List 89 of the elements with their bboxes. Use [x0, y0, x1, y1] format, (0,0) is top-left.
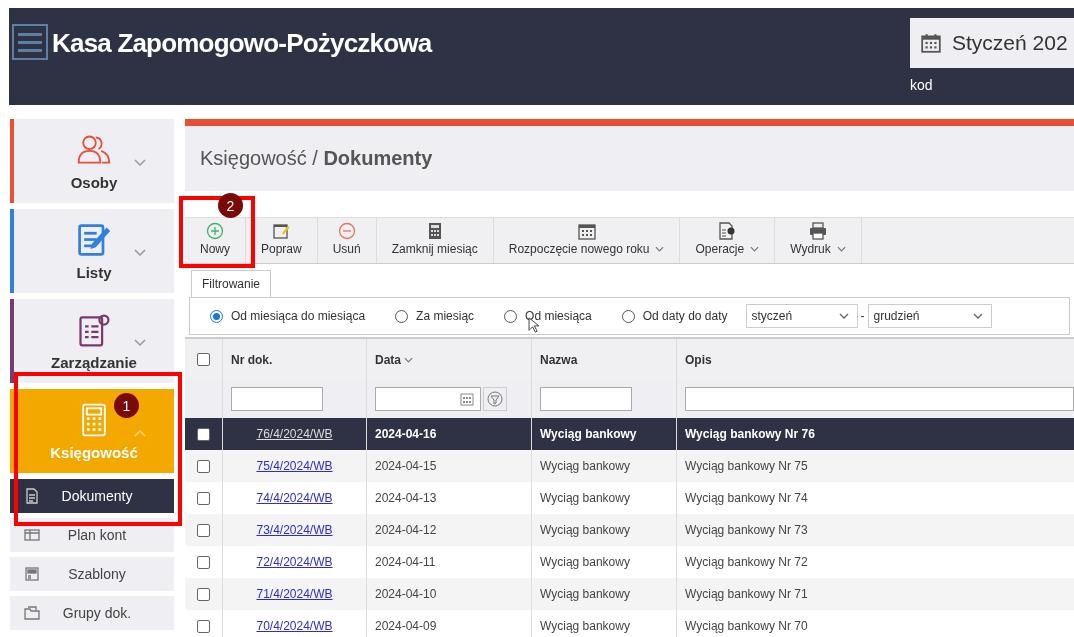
- radio-option[interactable]: Za miesiąc: [395, 309, 475, 323]
- month-dropdown[interactable]: styczeń: [745, 304, 858, 328]
- edit-list-icon: [76, 221, 112, 258]
- checkbox[interactable]: [197, 587, 210, 601]
- filter-field[interactable]: [540, 387, 632, 411]
- template-icon: [24, 566, 40, 582]
- calendar-icon: [460, 392, 474, 406]
- table-cell: Wyciąg bankowy Nr 76: [685, 427, 815, 441]
- caret-icon: [750, 246, 760, 252]
- caret-icon: [655, 246, 665, 252]
- table-cell: Wyciąg bankowy: [540, 491, 630, 505]
- printer-icon: [808, 222, 827, 240]
- column-header[interactable]: Opis: [677, 339, 1074, 380]
- checkbox[interactable]: [197, 427, 210, 441]
- table-cell: Wyciąg bankowy: [540, 523, 630, 537]
- period-selector[interactable]: Styczeń 202: [910, 18, 1074, 68]
- table-icon: [24, 527, 40, 543]
- table-cell: Wyciąg bankowy: [540, 619, 630, 633]
- breadcrumb: Księgowość / Dokumenty: [200, 147, 433, 170]
- filter-field[interactable]: [231, 387, 323, 411]
- table-cell: Wyciąg bankowy: [540, 587, 630, 601]
- document-link[interactable]: 73/4/2024/WB: [256, 523, 333, 537]
- document-link[interactable]: 70/4/2024/WB: [256, 619, 333, 633]
- table-cell: 2024-04-10: [375, 587, 437, 601]
- folder-icon: [24, 605, 40, 621]
- table-cell: Wyciąg bankowy Nr 72: [685, 555, 808, 569]
- document-icon: [24, 488, 40, 504]
- table-cell: 2024-04-12: [375, 523, 437, 537]
- caret-icon: [972, 313, 983, 319]
- table-cell: 2024-04-16: [375, 427, 437, 441]
- radio-option[interactable]: Od miesiąca do miesiąca: [210, 309, 366, 323]
- checkbox[interactable]: [197, 619, 210, 633]
- document-link[interactable]: 75/4/2024/WB: [256, 459, 333, 473]
- step-badge: 2: [218, 193, 243, 218]
- table-cell: Wyciąg bankowy Nr 73: [685, 523, 808, 537]
- caret-icon: [838, 313, 849, 319]
- filter-icon: [487, 391, 503, 407]
- filter-tab[interactable]: Filtrowanie: [191, 270, 272, 297]
- menu-icon[interactable]: [12, 24, 48, 60]
- sidebar-item[interactable]: Osoby: [10, 119, 174, 203]
- app-title: Kasa Zapomogowo-Pożyczkowa: [52, 28, 432, 59]
- document-link[interactable]: 71/4/2024/WB: [256, 587, 333, 601]
- sidebar-subitem[interactable]: Dokumenty: [10, 479, 174, 513]
- range-separator: -: [860, 309, 865, 323]
- checkbox[interactable]: [197, 459, 210, 473]
- sidebar-item[interactable]: Listy: [10, 209, 174, 293]
- caret-icon: [836, 246, 846, 252]
- code-label: kod: [910, 77, 934, 93]
- plus-icon: [206, 222, 224, 240]
- table-cell: Wyciąg bankowy: [540, 427, 637, 441]
- filter-button[interactable]: [483, 387, 507, 411]
- checkbox[interactable]: [197, 555, 210, 569]
- checkbox[interactable]: [197, 491, 210, 505]
- chevron-icon: [134, 429, 146, 437]
- table-row[interactable]: 73/4/2024/WB 2024-04-12 Wyciąg bankowy Wyciąg bankowy Nr 73: [185, 514, 1074, 546]
- table-cell: 2024-04-11: [375, 555, 436, 569]
- table-cell: Wyciąg bankowy Nr 74: [685, 491, 808, 505]
- table-cell: 2024-04-13: [375, 491, 437, 505]
- table-row[interactable]: 76/4/2024/WB 2024-04-16 Wyciąg bankowy Wyciąg bankowy Nr 76: [185, 418, 1074, 450]
- table-cell: Wyciąg bankowy: [540, 555, 630, 569]
- checkbox[interactable]: [197, 353, 210, 366]
- table-row[interactable]: 71/4/2024/WB 2024-04-10 Wyciąg bankowy Wyciąg bankowy Nr 71: [185, 578, 1074, 610]
- filter-field[interactable]: [685, 387, 1074, 411]
- table-cell: Wyciąg bankowy Nr 71: [685, 587, 808, 601]
- table-row[interactable]: 75/4/2024/WB 2024-04-15 Wyciąg bankowy Wyciąg bankowy Nr 75: [185, 450, 1074, 482]
- table-cell: Wyciąg bankowy Nr 70: [685, 619, 808, 633]
- edit-icon: [272, 222, 291, 240]
- document-link[interactable]: 76/4/2024/WB: [256, 427, 333, 441]
- minus-icon: [337, 222, 356, 240]
- checkbox[interactable]: [197, 523, 210, 537]
- radio-option[interactable]: Od daty do daty: [621, 309, 728, 323]
- document-link[interactable]: 72/4/2024/WB: [256, 555, 333, 569]
- calendar-icon: [577, 222, 596, 240]
- table-cell: 2024-04-15: [375, 459, 437, 473]
- chevron-icon: [134, 339, 146, 347]
- chevron-icon: [134, 249, 146, 257]
- sidebar-subitem[interactable]: Szablony: [10, 557, 174, 591]
- sidebar-item[interactable]: Zarządzanie: [10, 299, 174, 383]
- radio-option[interactable]: Od miesiąca: [504, 309, 592, 323]
- chevron-icon: [134, 159, 146, 167]
- calendar-icon: [920, 32, 942, 54]
- date-filter-field[interactable]: [375, 387, 481, 411]
- sidebar-subitem[interactable]: Grupy dok.: [10, 596, 174, 630]
- table-cell: 2024-04-09: [375, 619, 437, 633]
- table-cell: Wyciąg bankowy: [540, 459, 630, 473]
- sort-caret-icon: [404, 356, 413, 363]
- month-dropdown[interactable]: grudzień: [867, 304, 992, 328]
- document-link[interactable]: 74/4/2024/WB: [256, 491, 333, 505]
- table-cell: Wyciąg bankowy Nr 75: [685, 459, 808, 473]
